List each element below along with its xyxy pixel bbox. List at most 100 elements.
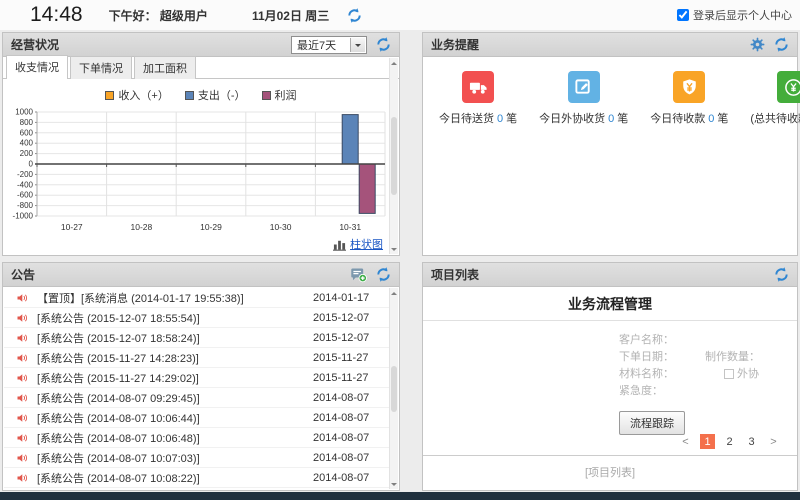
pagination-next[interactable]: >: [766, 434, 781, 449]
personal-center-label: 登录后显示个人中心: [693, 7, 792, 23]
add-announcement-icon[interactable]: [350, 266, 367, 283]
scroll-down-icon[interactable]: [390, 245, 398, 254]
reminder-tile[interactable]: 今日待收款0笔: [650, 71, 728, 126]
current-date: 11月02日 周三: [252, 7, 329, 24]
announcement-date: 2015-12-07: [313, 312, 389, 324]
refresh-icon[interactable]: [774, 267, 789, 282]
legend-swatch: [105, 91, 114, 100]
pagination-prev[interactable]: <: [678, 434, 693, 449]
speaker-icon: [16, 432, 28, 444]
material-label: 材料名称：: [619, 367, 705, 381]
announcement-row[interactable]: [系统公告 (2014-08-07 10:08:22)]2014-08-07: [4, 468, 389, 488]
announcement-text: [系统公告 (2014-08-07 10:08:22)]: [37, 470, 304, 486]
svg-text:1000: 1000: [15, 108, 33, 117]
pagination-page[interactable]: 1: [700, 434, 715, 449]
edit-note-icon: [574, 78, 593, 97]
personal-center-checkbox[interactable]: [677, 9, 689, 21]
announcements-header: 公告: [3, 263, 399, 287]
svg-text:200: 200: [20, 149, 34, 158]
svg-text:-1000: -1000: [13, 212, 34, 221]
scroll-up-icon[interactable]: [390, 58, 398, 67]
panel-scrollbar[interactable]: [389, 58, 398, 254]
pagination: <123 >: [678, 434, 781, 449]
announcement-row[interactable]: [系统公告 (2015-12-07 18:58:24)] 2015-12-07: [4, 328, 389, 348]
announcement-text: [系统公告 (2014-08-07 10:07:03)]: [37, 450, 304, 466]
svg-text:10-30: 10-30: [270, 222, 292, 232]
outsource-checkbox[interactable]: [724, 369, 734, 379]
announcement-text: [系统公告 (2015-12-07 18:55:54)]: [37, 310, 304, 326]
svg-text:10-29: 10-29: [200, 222, 222, 232]
announcement-date: 2014-08-07: [313, 432, 389, 444]
scroll-down-icon[interactable]: [390, 480, 398, 489]
top-bar: 14:48 下午好： 超级用户 11月02日 周三 登录后显示个人中心: [0, 0, 800, 30]
announcement-row[interactable]: [系统公告 (2015-11-27 14:29:02)]2015-11-27: [4, 368, 389, 388]
announcement-date: 2014-01-17: [313, 292, 389, 304]
bar-chart-icon: [333, 238, 346, 251]
refresh-icon[interactable]: [376, 267, 391, 282]
reminder-tiles: 今日待送货0笔今日外协收货0笔今日待收款0笔4(总共待收款4笔): [423, 57, 797, 126]
announcement-row[interactable]: [系统公告 (2015-12-07 18:55:54)] 2015-12-07: [4, 308, 389, 328]
tile-icon-box: 4: [777, 71, 800, 103]
svg-text:-400: -400: [17, 180, 34, 189]
scrollbar-thumb[interactable]: [391, 366, 397, 412]
announcement-row[interactable]: [系统公告 (2014-08-07 10:06:44)]2014-08-07: [4, 408, 389, 428]
business-status-header: 经营状况 最近7天: [3, 33, 399, 57]
announcements-panel: 公告 【置顶】[系统消息 (2014-01-17 19:55:38)]2014-…: [2, 262, 400, 491]
reminder-tile[interactable]: 4 (总共待收款4笔): [750, 71, 800, 126]
tile-label: (总共待收款4笔): [750, 110, 800, 126]
announcement-text: [系统公告 (2015-12-07 18:58:24)]: [37, 330, 304, 346]
gear-icon[interactable]: [750, 37, 765, 52]
speaker-icon: [16, 372, 28, 384]
svg-text:800: 800: [20, 118, 34, 127]
scroll-up-icon[interactable]: [390, 288, 398, 297]
date-range-value: 最近7天: [297, 37, 336, 53]
chevron-down-icon: [355, 44, 361, 50]
pagination-page[interactable]: 3: [744, 434, 759, 449]
legend-item: 支出（-）: [185, 87, 246, 103]
announcement-row[interactable]: [系统公告 (2014-08-07 09:29:45)]2014-08-07: [4, 388, 389, 408]
bar-chart-link[interactable]: 柱状图: [350, 236, 383, 252]
announcement-text: [系统公告 (2014-08-07 10:06:44)]: [37, 410, 304, 426]
select-arrow-button[interactable]: [350, 38, 365, 52]
scrollbar-thumb[interactable]: [391, 117, 397, 195]
refresh-icon[interactable]: [347, 8, 362, 23]
outsource-label: 外协: [737, 367, 759, 381]
tile-count: 0: [708, 113, 714, 125]
reminder-tile[interactable]: 今日外协收货0笔: [539, 71, 628, 126]
divider: [423, 455, 797, 456]
svg-text:-800: -800: [17, 201, 34, 210]
announcement-date: 2014-08-07: [313, 452, 389, 464]
tile-label-suffix: 笔: [717, 113, 728, 125]
order-date-label: 下单日期：: [619, 350, 705, 364]
urgency-label: 紧急度：: [619, 384, 705, 398]
pagination-page[interactable]: 2: [722, 434, 737, 449]
announcement-text: [系统公告 (2015-11-27 14:28:23)]: [37, 350, 304, 366]
refresh-icon[interactable]: [376, 37, 391, 52]
announcement-row[interactable]: [系统公告 (2014-08-07 10:07:03)] 2014-08-07: [4, 448, 389, 468]
panel-scrollbar[interactable]: [389, 288, 398, 489]
tab-收支情况[interactable]: 收支情况: [6, 55, 68, 79]
bar-chart: -1000-800-600-400-2000200400600800100010…: [3, 106, 399, 251]
process-track-button[interactable]: 流程跟踪: [619, 411, 685, 435]
svg-text:0: 0: [29, 160, 34, 169]
reminders-header: 业务提醒: [423, 33, 797, 57]
speaker-icon: [16, 352, 28, 364]
speaker-icon: [16, 312, 28, 324]
clock-time: 14:48: [30, 3, 83, 27]
tab-加工面积[interactable]: 加工面积: [134, 56, 196, 79]
announcement-row[interactable]: [系统公告 (2015-11-27 14:28:23)]2015-11-27: [4, 348, 389, 368]
announcement-row[interactable]: [系统公告 (2014-08-07 10:06:48)]2014-08-07: [4, 428, 389, 448]
reminder-tile[interactable]: 今日待送货0笔: [439, 71, 517, 126]
business-status-title: 经营状况: [11, 36, 282, 53]
announcement-date: 2015-12-07: [313, 332, 389, 344]
personal-center-toggle[interactable]: 登录后显示个人中心: [677, 7, 792, 23]
tab-下单情况[interactable]: 下单情况: [70, 56, 132, 79]
svg-text:-200: -200: [17, 170, 34, 179]
legend-item: 利润: [262, 87, 297, 103]
refresh-icon[interactable]: [774, 37, 789, 52]
date-range-select[interactable]: 最近7天: [291, 36, 367, 54]
tile-label-prefix: 今日待收款: [650, 113, 705, 125]
legend-label: 收入（+）: [118, 87, 168, 103]
announcement-row[interactable]: 【置顶】[系统消息 (2014-01-17 19:55:38)]2014-01-…: [4, 288, 389, 308]
legend-item: 收入（+）: [105, 87, 168, 103]
